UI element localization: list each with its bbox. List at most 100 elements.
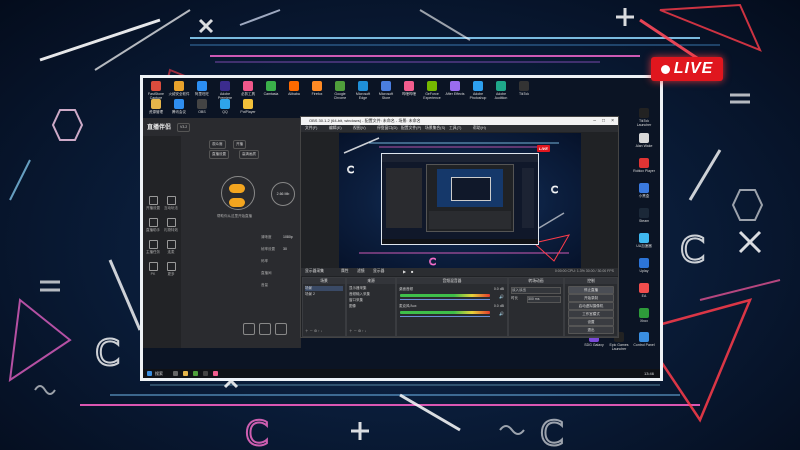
desktop-icon[interactable]: UU加速器 [633,233,655,248]
helper-sidebar-item[interactable]: 更多 [163,262,179,277]
close-icon[interactable]: × [611,118,614,124]
source-item-3[interactable]: 窗口采集 [349,298,393,303]
desktop-icon[interactable]: 腾讯会议 [168,99,190,114]
helper-tag-1[interactable]: 观众席 [209,140,226,149]
scenes-add-remove[interactable]: ＋ － ⚙ ↑ ↓ [305,329,343,334]
sources-dock: 来源 显示器采集 音频输入采集 窗口采集 图像 ＋ － ⚙ ↑ ↓ [346,277,396,337]
obs-taskbar-icon[interactable] [203,371,208,376]
start-recording-button[interactable]: 开始录制 [568,294,614,302]
play-icon[interactable]: ▶ [403,269,406,274]
helper-sidebar-item[interactable]: 主播任务 [145,240,161,255]
task-view-icon[interactable] [173,371,178,376]
helper-tag-4[interactable]: 高清画质 [239,150,259,159]
helper-sidebar-item[interactable]: 开播设置 [145,196,161,211]
desktop-icon[interactable]: QQ [214,99,236,114]
desktop-icon-label: 哔哩哔哩 [402,92,416,96]
start-icon[interactable] [147,371,152,376]
helper-tag-2[interactable]: 开播 [233,140,246,149]
obs-menu-item[interactable]: 文件(F) [305,126,317,131]
helper-sidebar-item[interactable]: 礼物特效 [163,218,179,233]
toolbar-display[interactable]: 显示器 [373,269,384,274]
minimize-icon[interactable]: – [593,118,596,124]
mixer-track-2-slider[interactable] [400,316,490,317]
toolbar-properties[interactable]: 属性 [341,269,349,274]
desktop-icon[interactable]: 哔哩哔哩 [398,81,420,96]
desktop-icon[interactable]: After Effects [444,81,466,96]
desktop-icon[interactable]: 阿里旺旺 [191,81,213,96]
desktop-icon[interactable]: GeForce Experience [421,81,443,100]
scene-item-1[interactable]: 场景 [305,286,343,291]
chrome-taskbar-icon[interactable] [193,371,198,376]
sources-add-remove[interactable]: ＋ － ⚙ ↑ ↓ [349,329,393,334]
desktop-icon[interactable]: FastStone Capture [145,81,167,100]
desktop-icon[interactable]: 火绒安全软件 [168,81,190,96]
taskbar-search[interactable]: 搜索 [155,371,163,377]
desktop-icon[interactable]: Alan Wake [633,133,655,148]
toolbar-filters[interactable]: 滤镜 [357,269,365,274]
source-item-1[interactable]: 显示器采集 [349,286,393,291]
exit-button[interactable]: 退出 [568,326,614,334]
mixer-track-1-slider[interactable] [400,299,490,300]
mixer-track-1-name: 桌面音频 [399,287,413,291]
app-taskbar-icon[interactable] [213,371,218,376]
settings-button[interactable]: 设置 [568,318,614,326]
helper-sidebar: 开播设置 互动玩法 直播助手 礼物特效 主播任务 连麦 PK 更多 [143,136,181,348]
desktop-icon[interactable]: Google Chrome [329,81,351,100]
desktop-icon[interactable]: Adobe Audition [490,81,512,100]
mixer-track-1-mute-icon[interactable]: 🔊 [499,294,504,299]
desktop-icon[interactable]: EA [633,283,655,298]
desktop-icon[interactable]: Uplay [633,258,655,273]
desktop-icon[interactable]: Control Panel [633,332,655,347]
obs-menu-item[interactable]: 帮助(H) [473,126,486,131]
helper-settings-icon[interactable] [275,323,287,335]
desktop-icon[interactable]: 资源管理 [145,99,167,114]
stop-icon[interactable]: ■ [411,269,413,274]
helper-mic-icon[interactable] [243,323,255,335]
source-item-2[interactable]: 音频输入采集 [349,292,393,297]
desktop-icon[interactable]: Steam [633,208,655,223]
obs-menubar: 文件(F) 编辑(E) 视图(V) 停靠窗口(D) 配置文件(P) 场景集合(S) 工具(T… [301,125,618,132]
desktop-icon[interactable]: Microsoft Store [375,81,397,100]
transition-type-select[interactable]: 淡入淡出 [511,287,561,294]
helper-sidebar-item[interactable]: 直播助手 [145,218,161,233]
obs-menu-item[interactable]: 工具(T) [449,126,461,131]
desktop-icon[interactable]: Firefox [306,81,328,96]
app-icon [220,99,230,109]
desktop-icon[interactable]: 小黑盒 [633,183,655,198]
nested-obs-preview-inner [451,177,491,201]
obs-menu-item[interactable]: 配置文件(P) [401,126,421,131]
desktop-icon[interactable]: OBS [191,99,213,114]
preview-nested-desktop [381,153,539,245]
desktop-icon[interactable]: PotPlayer [237,99,259,114]
desktop-icon[interactable]: Camtasia [260,81,282,96]
desktop-icon[interactable]: Adobe Premiere [214,81,236,100]
virtual-camera-button[interactable]: 启动虚拟摄像机 [568,302,614,310]
obs-preview[interactable]: C C C LIVE [339,133,581,268]
mixer-track-2-mute-icon[interactable]: 🔊 [499,311,504,316]
desktop-icon[interactable]: Roblox Player [633,158,655,173]
desktop-icon[interactable]: 必剪工具 [237,81,259,96]
maximize-icon[interactable]: □ [602,118,605,124]
desktop-icon[interactable]: TikTok Launcher [633,108,655,127]
obs-menu-item[interactable]: 停靠窗口(D) [377,126,397,131]
desktop-icon[interactable]: TikTok [513,81,535,96]
helper-sidebar-item[interactable]: 互动玩法 [163,196,179,211]
desktop-icon[interactable]: Microsoft Edge [352,81,374,100]
source-item-4[interactable]: 图像 [349,304,393,309]
helper-sidebar-item[interactable]: PK [145,262,161,276]
desktop-icon[interactable]: Alibaba [283,81,305,96]
transition-duration-input[interactable]: 300 ms [527,296,561,303]
obs-menu-item[interactable]: 编辑(E) [329,126,342,131]
helper-camera-icon[interactable] [259,323,271,335]
stop-streaming-button[interactable]: 停止直播 [568,286,614,294]
obs-status: 0:00:00 CPU: 1.3% 30.00 / 30.00 FPS [554,269,614,273]
helper-tag-3[interactable]: 直播设置 [209,150,229,159]
desktop-icon[interactable]: Xbox [633,308,655,323]
studio-mode-button[interactable]: 工作室模式 [568,310,614,318]
helper-sidebar-item[interactable]: 连麦 [163,240,179,255]
explorer-taskbar-icon[interactable] [183,371,188,376]
scene-item-2[interactable]: 场景 2 [305,292,343,297]
obs-menu-item[interactable]: 场景集合(S) [425,126,445,131]
desktop-icon[interactable]: Adobe Photoshop [467,81,489,100]
obs-menu-item[interactable]: 视图(V) [353,126,366,131]
